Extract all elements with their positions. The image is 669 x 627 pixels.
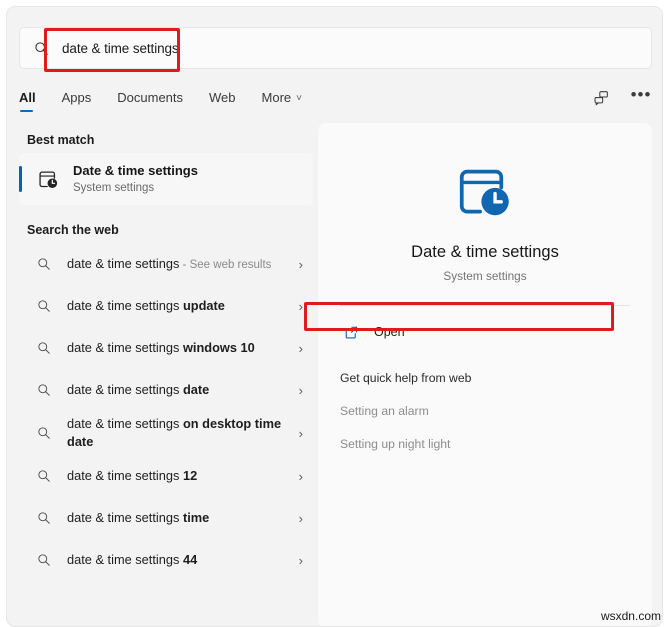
chevron-right-icon: › [291, 342, 303, 355]
tab-web-label: Web [209, 90, 236, 105]
watermark: wsxdn.com [601, 609, 661, 623]
preview-pane: Date & time settings System settings Ope… [318, 123, 652, 627]
web-suggestion-label: date & time settings windows 10 [67, 339, 291, 357]
best-match-result[interactable]: Date & time settings System settings [19, 153, 313, 205]
feedback-icon[interactable] [590, 87, 612, 109]
search-icon [31, 511, 57, 525]
search-icon [31, 341, 57, 355]
results-list-pane: Best match Date & time settings System s… [19, 129, 313, 618]
chevron-right-icon: › [291, 384, 303, 397]
search-icon [31, 469, 57, 483]
web-suggestion-label: date & time settings update [67, 297, 291, 315]
quick-help-title: Get quick help from web [340, 371, 652, 385]
web-suggestion-label: date & time settings on desktop time dat… [67, 415, 291, 451]
search-icon [31, 383, 57, 397]
tab-documents[interactable]: Documents [117, 90, 183, 112]
web-suggestion-row[interactable]: date & time settings time› [19, 497, 313, 539]
web-suggestion-row[interactable]: date & time settings update› [19, 285, 313, 327]
web-suggestion-row[interactable]: date & time settings on desktop time dat… [19, 411, 313, 455]
tab-apps-label: Apps [62, 90, 92, 105]
preview-subtitle: System settings [318, 269, 652, 283]
web-suggestion-label: date & time settings time [67, 509, 291, 527]
quick-help-link-night-light[interactable]: Setting up night light [340, 437, 652, 451]
search-icon [31, 553, 57, 567]
best-match-text: Date & time settings System settings [73, 163, 198, 196]
chevron-right-icon: › [291, 300, 303, 313]
tab-apps[interactable]: Apps [62, 90, 92, 112]
web-suggestion-bold-term: 44 [183, 552, 197, 567]
web-suggestion-label: date & time settings 12 [67, 467, 291, 485]
tab-web[interactable]: Web [209, 90, 236, 112]
web-suggestion-bold-term: 12 [183, 468, 197, 483]
search-input[interactable] [62, 28, 651, 68]
chevron-right-icon: › [291, 427, 303, 440]
search-icon [31, 299, 57, 313]
chevron-right-icon: › [291, 258, 303, 271]
open-label: Open [374, 325, 405, 339]
search-filter-tabs: All Apps Documents Web More ˅ ••• [19, 81, 652, 121]
search-the-web-heading: Search the web [27, 223, 313, 237]
chevron-right-icon: › [291, 512, 303, 525]
preview-hero: Date & time settings System settings [318, 123, 652, 283]
search-icon [20, 41, 62, 56]
web-suggestion-label: date & time settings - See web results [67, 255, 291, 273]
open-action-row[interactable]: Open [332, 315, 638, 349]
web-suggestion-row[interactable]: date & time settings 12› [19, 455, 313, 497]
web-suggestion-bold-term: windows 10 [183, 340, 255, 355]
chevron-right-icon: › [291, 470, 303, 483]
best-match-title: Date & time settings [73, 163, 198, 179]
more-options-icon[interactable]: ••• [630, 84, 652, 112]
web-suggestion-row[interactable]: date & time settings - See web results› [19, 243, 313, 285]
quick-help-link-alarm[interactable]: Setting an alarm [340, 404, 652, 418]
selection-accent-bar [19, 166, 22, 192]
web-suggestion-row[interactable]: date & time settings 44› [19, 539, 313, 581]
header-actions: ••• [590, 84, 652, 118]
tab-all[interactable]: All [19, 90, 36, 112]
web-suggestion-muted-term: - See web results [179, 259, 271, 271]
web-suggestion-label: date & time settings date [67, 381, 291, 399]
web-suggestion-row[interactable]: date & time settings date› [19, 369, 313, 411]
search-icon [31, 426, 57, 440]
chevron-right-icon: › [291, 554, 303, 567]
tab-more[interactable]: More ˅ [262, 90, 302, 112]
tab-more-label: More [262, 90, 292, 105]
preview-title: Date & time settings [318, 243, 652, 262]
web-suggestion-row[interactable]: date & time settings windows 10› [19, 327, 313, 369]
windows-search-window: All Apps Documents Web More˅ ••• B [6, 6, 663, 627]
web-suggestions-list: date & time settings - See web results›d… [19, 243, 313, 581]
web-suggestion-bold-term: on desktop time date [67, 416, 281, 449]
external-link-icon [340, 325, 362, 340]
web-suggestion-bold-term: update [183, 298, 225, 313]
divider [340, 305, 630, 306]
web-suggestion-label: date & time settings 44 [67, 551, 291, 569]
best-match-heading: Best match [27, 133, 313, 147]
tab-documents-label: Documents [117, 90, 183, 105]
search-box[interactable] [19, 27, 652, 69]
best-match-subtitle: System settings [73, 181, 198, 195]
web-suggestion-bold-term: time [183, 510, 209, 525]
calendar-clock-icon [318, 161, 652, 223]
tab-all-label: All [19, 90, 36, 105]
search-input-holder [62, 28, 651, 68]
calendar-clock-icon [35, 166, 61, 192]
search-icon [31, 257, 57, 271]
web-suggestion-bold-term: date [183, 382, 209, 397]
chevron-down-icon: ˅ [296, 93, 302, 104]
